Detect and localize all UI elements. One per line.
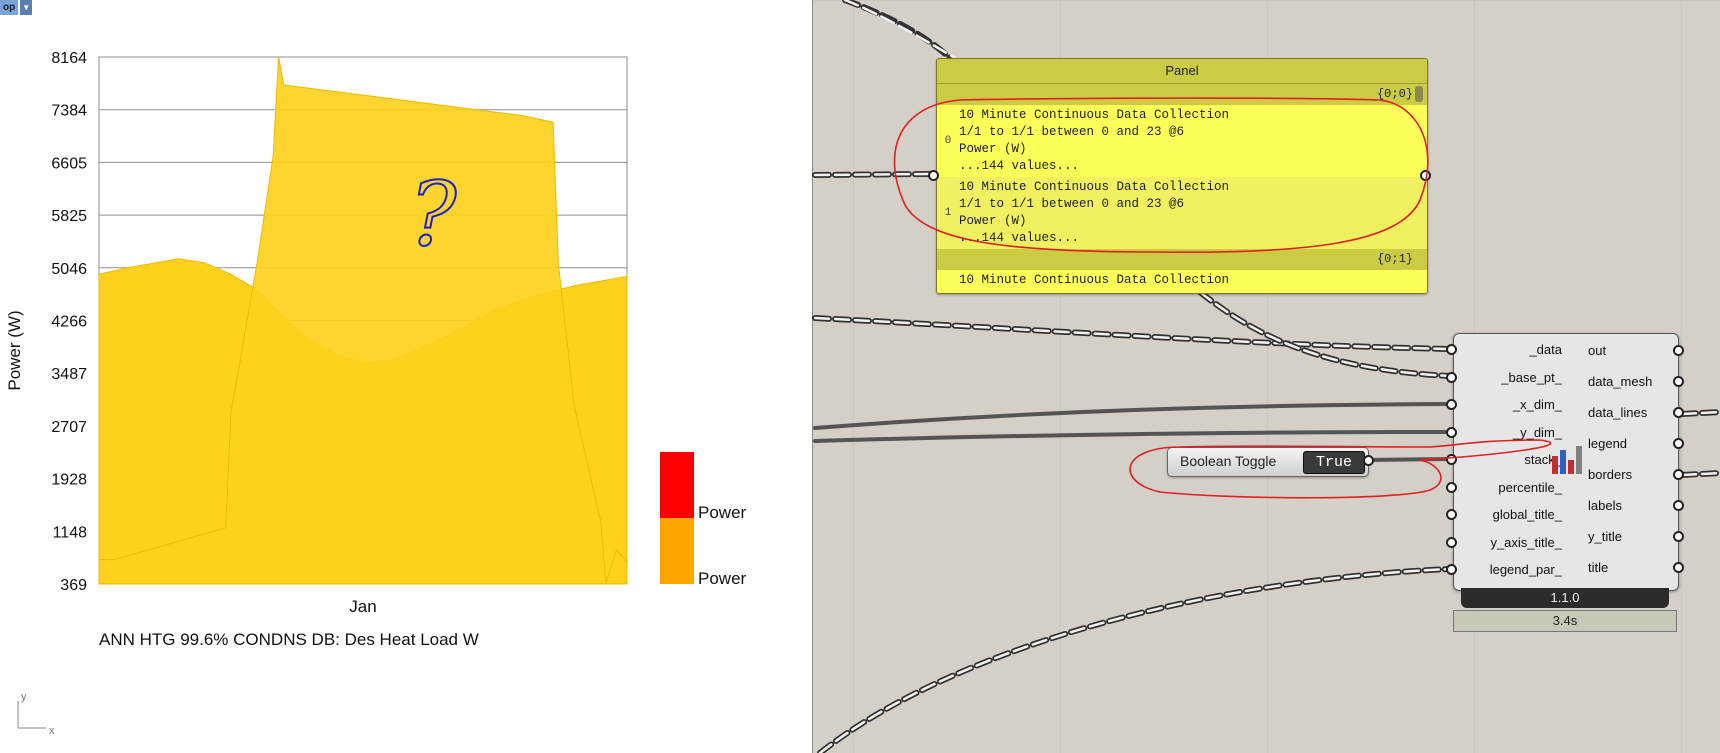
solid-wire [813,430,1452,443]
panel-entry-line: ...144 values... [959,231,1080,245]
dashed-wire [818,567,1452,753]
panel-entry: 0 10 Minute Continuous Data Collection 1… [937,105,1427,177]
output-grip[interactable] [1673,407,1684,418]
output-labels[interactable]: labels [1588,498,1622,513]
panel-entry-line: 10 Minute Continuous Data Collection [959,180,1230,194]
input-grip[interactable] [1446,537,1457,548]
panel-input-grip[interactable] [928,170,939,181]
chart-component-icon [1552,446,1582,474]
input-grip[interactable] [1446,399,1457,410]
input-global-title[interactable]: global_title_ [1454,507,1562,522]
panel-scrollbar[interactable] [1415,86,1423,102]
input-grip[interactable] [1446,344,1457,355]
text-panel[interactable]: Panel {0;0} 0 10 Minute Continuous Data … [936,58,1428,294]
input-percentile[interactable]: percentile_ [1454,480,1562,495]
dashed-wire [812,315,1453,352]
stacked-chart-component[interactable]: _data _base_pt_ _x_dim_ _y_dim_ stack_ p… [1453,333,1679,591]
solid-wire [1366,457,1452,462]
panel-entry-line: Power (W) [959,142,1027,156]
panel-entry-line: 10 Minute Continuous Data Collection [959,273,1230,287]
panel-entry-line: ...144 values... [959,159,1080,173]
input-stack[interactable]: stack_ [1454,452,1562,467]
output-grip[interactable] [1673,345,1684,356]
panel-entry-line: Power (W) [959,214,1027,228]
output-y-title[interactable]: y_title [1588,529,1622,544]
input-grip[interactable] [1446,482,1457,493]
output-grip[interactable] [1673,531,1684,542]
output-data-mesh[interactable]: data_mesh [1588,374,1652,389]
input-grip[interactable] [1446,564,1457,575]
panel-entry-line: 1/1 to 1/1 between 0 and 23 @6 [959,197,1185,211]
output-grip[interactable] [1673,562,1684,573]
input-y-axis-title[interactable]: y_axis_title_ [1454,535,1562,550]
input-base-pt[interactable]: _base_pt_ [1454,370,1562,385]
output-title[interactable]: title [1588,560,1608,575]
panel-entry-line: 1/1 to 1/1 between 0 and 23 @6 [959,125,1185,139]
input-grip[interactable] [1446,454,1457,465]
panel-title: Panel [937,59,1427,84]
toggle-value[interactable]: True [1303,451,1365,474]
toggle-output-grip[interactable] [1363,455,1374,466]
output-grip[interactable] [1673,500,1684,511]
dashed-wire [1197,289,1453,379]
dashed-wire [812,171,933,178]
input-grip[interactable] [1446,509,1457,520]
component-version: 1.1.0 [1461,588,1669,608]
component-runtime: 3.4s [1453,610,1677,632]
dashed-wire [842,0,953,61]
output-legend[interactable]: legend [1588,436,1627,451]
input-grip[interactable] [1446,372,1457,383]
panel-entry: 1 10 Minute Continuous Data Collection 1… [937,177,1427,249]
panel-branch-header: {0;0} [937,84,1427,105]
input-grip[interactable] [1446,427,1457,438]
dashed-wire [1198,290,1452,378]
input-y-dim[interactable]: _y_dim_ [1454,425,1562,440]
panel-output-grip[interactable] [1420,170,1431,181]
panel-entry-index: 1 [944,206,952,219]
panel-entry: 10 Minute Continuous Data Collection [937,270,1427,291]
dashed-wire [817,566,1453,753]
output-grip[interactable] [1673,376,1684,387]
panel-entry-index: 0 [944,134,952,147]
output-out[interactable]: out [1588,343,1606,358]
output-grip[interactable] [1673,469,1684,480]
solid-wire [813,402,1452,430]
input-data[interactable]: _data [1454,342,1562,357]
input-x-dim[interactable]: _x_dim_ [1454,397,1562,412]
toggle-label: Boolean Toggle [1180,453,1277,469]
panel-entry-line: 10 Minute Continuous Data Collection [959,108,1230,122]
output-data-lines[interactable]: data_lines [1588,405,1647,420]
input-legend-par[interactable]: legend_par_ [1454,562,1562,577]
output-borders[interactable]: borders [1588,467,1632,482]
boolean-toggle[interactable]: Boolean Toggle True [1167,447,1369,477]
panel-branch-header: {0;1} [937,249,1427,270]
output-grip[interactable] [1673,438,1684,449]
